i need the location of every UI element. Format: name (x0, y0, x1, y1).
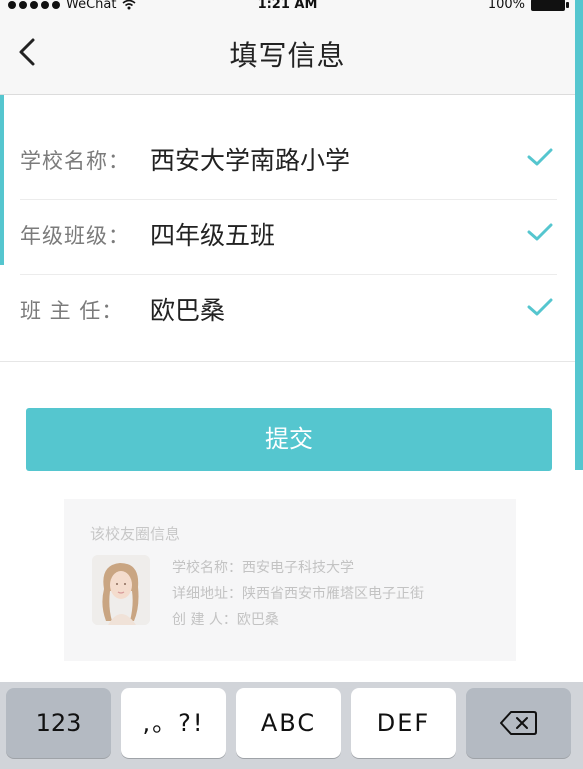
avatar (92, 555, 150, 625)
card-creator-value: 欧巴桑 (236, 612, 279, 628)
school-row[interactable]: 学校名称： 西安大学南路小学 (20, 125, 557, 200)
delete-key[interactable] (466, 688, 571, 758)
info-form: 学校名称： 西安大学南路小学 年级班级： 四年级五班 班 主 任： 欧巴桑 (0, 125, 575, 349)
key-def[interactable]: DEF (351, 688, 456, 758)
keyboard: 123 ,。?! ABC DEF (0, 682, 583, 769)
key-123[interactable]: 123 (6, 688, 111, 758)
class-label: 年级班级： (20, 224, 130, 248)
class-value[interactable]: 四年级五班 (150, 216, 275, 252)
card-creator-line: 创 建 人：欧巴桑 (172, 607, 424, 633)
card-school-value: 西安电子科技大学 (242, 560, 354, 576)
check-icon (527, 223, 553, 241)
card-details: 学校名称：西安电子科技大学 详细地址：陕西省西安市雁塔区电子正街 创 建 人：欧… (172, 555, 424, 633)
check-icon (527, 148, 553, 166)
backspace-icon (500, 711, 537, 735)
teacher-label: 班 主 任： (20, 299, 124, 323)
key-punctuation[interactable]: ,。?! (121, 688, 226, 758)
status-bar: WeChat 1:21 AM 100% (0, 0, 575, 16)
class-row[interactable]: 年级班级： 四年级五班 (20, 200, 557, 275)
card-school-label: 学校名称： (172, 560, 242, 576)
card-address-line: 详细地址：陕西省西安市雁塔区电子正街 (172, 581, 424, 607)
card-title: 该校友圈信息 (90, 525, 181, 543)
teacher-value[interactable]: 欧巴桑 (150, 291, 225, 327)
card-school-line: 学校名称：西安电子科技大学 (172, 555, 424, 581)
card-address-label: 详细地址： (172, 586, 242, 602)
nav-bar: 填写信息 (0, 16, 575, 95)
card-address-value: 陕西省西安市雁塔区电子正街 (242, 586, 424, 602)
school-label: 学校名称： (20, 149, 130, 173)
school-value[interactable]: 西安大学南路小学 (150, 141, 350, 177)
check-icon (527, 298, 553, 316)
form-divider (0, 361, 575, 362)
teacher-row[interactable]: 班 主 任： 欧巴桑 (20, 275, 557, 349)
page-title: 填写信息 (229, 39, 346, 72)
key-abc[interactable]: ABC (236, 688, 341, 758)
battery-icon (531, 0, 569, 11)
submit-button[interactable]: 提交 (26, 408, 552, 471)
avatar-portrait-icon (92, 555, 150, 625)
card-creator-label: 创 建 人： (172, 612, 237, 628)
alumni-info-card: 该校友圈信息 学校名称：西安电子科技大学 详细地址：陕西省西安市雁塔区电子正街 … (64, 499, 516, 661)
battery-percent: 100% (487, 0, 525, 12)
battery-group: 100% (487, 0, 569, 12)
right-edge-accent (575, 0, 583, 470)
